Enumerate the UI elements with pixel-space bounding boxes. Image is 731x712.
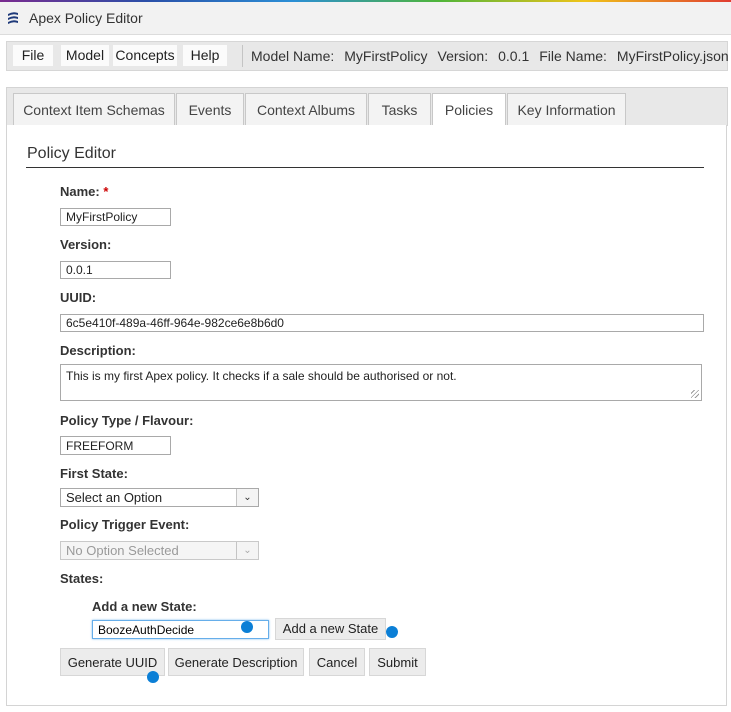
model-version-label: Version: [437,48,489,64]
menu-file[interactable]: File [13,45,53,66]
model-version-value: 0.0.1 [498,48,530,64]
resize-grip-icon[interactable] [691,390,699,398]
trigger-event-value: No Option Selected [66,543,179,558]
marker-dot-icon [386,626,398,638]
description-text: This is my first Apex policy. It checks … [66,369,457,383]
required-marker: * [103,184,109,199]
tab-bar: Context Item Schemas Events Context Albu… [6,87,728,127]
model-info: Model Name: MyFirstPolicy Version: 0.0.1 Fil… [251,46,731,67]
name-input[interactable] [60,208,171,226]
file-name-value: MyFirstPolicy.json [616,48,729,64]
uuid-label: UUID: [60,290,97,305]
tab-context-item-schemas[interactable]: Context Item Schemas [13,93,175,126]
marker-dot-icon [241,621,253,633]
tab-context-albums[interactable]: Context Albums [245,93,367,126]
trigger-event-label: Policy Trigger Event: [60,517,190,532]
description-textarea[interactable]: This is my first Apex policy. It checks … [60,364,702,401]
version-label: Version: [60,237,112,252]
add-state-label: Add a new State: [92,599,197,614]
file-name-label: File Name: [539,48,607,64]
add-new-state-button[interactable]: Add a new State [275,618,386,640]
tab-key-information[interactable]: Key Information [507,93,626,126]
tab-policies[interactable]: Policies [432,93,506,127]
description-label: Description: [60,343,136,358]
model-name-label: Model Name: [251,48,335,64]
policy-type-label: Policy Type / Flavour: [60,413,194,428]
trigger-event-select: No Option Selected ⌄ [60,541,259,560]
app-logo-icon [8,12,18,24]
chevron-down-icon: ⌄ [236,542,258,559]
generate-description-button[interactable]: Generate Description [168,648,304,676]
cancel-button[interactable]: Cancel [309,648,365,676]
states-label: States: [60,571,104,586]
name-label: Name: * [60,184,108,199]
menu-bar: File Model Concepts Help Model Name: MyFi… [6,41,731,71]
panel-title: Policy Editor [27,145,116,162]
first-state-label: First State: [60,466,128,481]
menu-divider [242,45,243,67]
version-input[interactable] [60,261,171,279]
first-state-select[interactable]: Select an Option ⌄ [60,488,259,507]
menu-help[interactable]: Help [183,45,227,66]
title-divider [26,167,704,168]
policy-type-input[interactable] [60,436,171,455]
submit-button[interactable]: Submit [369,648,426,676]
name-label-text: Name: [60,184,100,199]
title-bar: Apex Policy Editor [0,2,731,35]
tab-events[interactable]: Events [176,93,244,126]
first-state-value: Select an Option [66,490,163,505]
marker-dot-icon [147,671,159,683]
chevron-down-icon[interactable]: ⌄ [236,489,258,506]
tab-tasks[interactable]: Tasks [368,93,431,126]
uuid-input[interactable] [60,314,704,332]
policy-editor-panel: Policy Editor Name: * Version: UUID: Des… [6,125,727,706]
menu-model[interactable]: Model [61,45,109,66]
app-title: Apex Policy Editor [29,10,143,26]
menu-concepts[interactable]: Concepts [113,45,177,66]
model-name-value: MyFirstPolicy [344,48,428,64]
